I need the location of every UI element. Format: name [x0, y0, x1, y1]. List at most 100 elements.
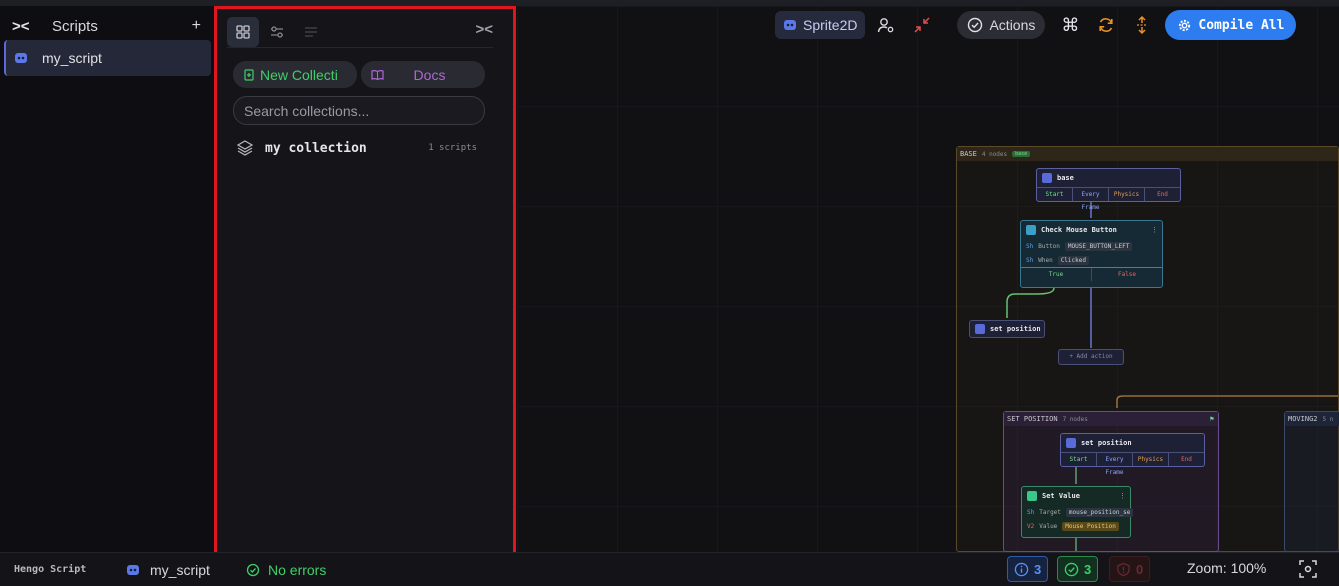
event-physics[interactable]: Physics: [1133, 453, 1169, 466]
group-header: SET POSITION 7 nodes ⚑: [1004, 412, 1218, 426]
node-menu-icon[interactable]: ⋮: [1151, 226, 1162, 234]
event-end[interactable]: End: [1145, 188, 1180, 201]
ok-count: 3: [1084, 561, 1092, 577]
robot-icon: [127, 564, 139, 575]
group-flag-icon[interactable]: ⚑: [1210, 415, 1218, 423]
ok-count-badge[interactable]: 3: [1057, 556, 1099, 582]
fit-view-icon[interactable]: [1298, 559, 1318, 579]
row-label: Target: [1039, 508, 1061, 516]
collections-panel: >< New Collecti Docs my collection 1 scr…: [214, 6, 516, 556]
tab-list[interactable]: [295, 17, 327, 47]
file-plus-icon: [244, 68, 254, 81]
branch-true[interactable]: True: [1021, 268, 1092, 281]
actions-button[interactable]: Actions: [957, 11, 1046, 39]
node-title: Check Mouse Button: [1041, 226, 1117, 234]
add-action-button[interactable]: + Add action: [1058, 349, 1124, 365]
new-collection-button[interactable]: New Collecti: [233, 61, 357, 88]
app-brand: Hengo Script: [14, 564, 87, 575]
command-icon: ⌘: [1061, 14, 1080, 35]
object-type-label: Sprite2D: [803, 17, 858, 33]
event-every-frame[interactable]: Every Frame: [1097, 453, 1133, 476]
user-settings-button[interactable]: [871, 11, 901, 39]
status-script-label: my_script: [150, 561, 210, 578]
group-title: SET POSITION: [1007, 415, 1058, 423]
node-icon: [975, 324, 985, 334]
row-value[interactable]: Mouse Position: [1062, 521, 1119, 531]
node-base[interactable]: base Start Every Frame Physics End: [1036, 168, 1181, 211]
group-node-count: 7 nodes: [1062, 415, 1088, 423]
node-title: set position: [990, 325, 1041, 333]
node-menu-icon[interactable]: ⋮: [1119, 492, 1130, 500]
event-every-frame[interactable]: Every Frame: [1073, 188, 1109, 211]
collapse-panel-icon[interactable]: ><: [475, 21, 493, 38]
check-circle-icon: [1064, 562, 1079, 576]
actions-label: Actions: [989, 17, 1036, 33]
script-item-label: my_script: [42, 50, 102, 66]
gear-icon: [1179, 19, 1191, 31]
event-start[interactable]: Start: [1061, 453, 1097, 466]
docs-button[interactable]: Docs: [361, 61, 485, 88]
minimize-button[interactable]: [907, 11, 937, 39]
event-end[interactable]: End: [1169, 453, 1204, 466]
compile-all-button[interactable]: Compile All: [1165, 10, 1297, 40]
node-row: Sh Target mouse_position_se: [1022, 505, 1134, 519]
node-icon: [1066, 438, 1076, 448]
group-title: BASE: [960, 150, 977, 158]
check-circle-icon: [246, 563, 260, 576]
robot-icon: [15, 53, 27, 63]
row-label: Button: [1038, 242, 1060, 250]
group-title: MOVING2: [1288, 415, 1318, 423]
info-icon: [1014, 562, 1029, 576]
info-count-badge[interactable]: 3: [1007, 556, 1049, 582]
search-collections-input[interactable]: [233, 96, 485, 125]
node-events: Start Every Frame Physics End: [1037, 187, 1180, 211]
node-icon: [1026, 225, 1036, 235]
node-header: Check Mouse Button ⋮: [1021, 221, 1162, 239]
group-node-count: 4 nodes: [981, 150, 1008, 158]
row-value[interactable]: mouse_position_se: [1065, 507, 1134, 517]
row-value[interactable]: MOUSE_BUTTON_LEFT: [1064, 241, 1133, 251]
group-header: BASE 4 nodes base: [957, 147, 1338, 161]
add-script-button[interactable]: +: [192, 17, 201, 35]
refresh-button[interactable]: [1091, 11, 1121, 39]
collection-item[interactable]: my collection 1 scripts: [237, 137, 477, 159]
sliders-icon: [271, 25, 283, 38]
row-value[interactable]: Clicked: [1057, 255, 1089, 265]
branch-false[interactable]: False: [1092, 268, 1162, 281]
row-label: When: [1038, 256, 1053, 264]
tab-properties[interactable]: [261, 17, 293, 47]
grid-icon: [236, 24, 250, 39]
node-check-mouse-button[interactable]: Check Mouse Button ⋮ Sh Button MOUSE_BUTTON…: [1020, 220, 1163, 288]
error-count-badge[interactable]: 0: [1109, 556, 1151, 582]
status-script[interactable]: my_script: [126, 562, 246, 578]
tab-collections[interactable]: [227, 16, 259, 47]
object-type-button[interactable]: Sprite2D: [775, 11, 866, 39]
node-group-moving2[interactable]: MOVING2 5 n: [1284, 411, 1339, 552]
refresh-icon: [1099, 18, 1113, 32]
graph-canvas[interactable]: BASE 4 nodes base base Start Every Frame…: [517, 6, 1339, 552]
node-header: set position: [1061, 434, 1204, 452]
status-errors: No errors: [246, 562, 326, 578]
script-item[interactable]: my_script: [4, 40, 211, 76]
book-icon: [371, 69, 384, 80]
node-set-value[interactable]: Set Value ⋮ Sh Target mouse_position_se V2 V…: [1021, 486, 1134, 538]
robot-icon: [784, 20, 796, 30]
compile-all-label: Compile All: [1198, 17, 1285, 33]
scripts-panel: >< Scripts +: [0, 6, 213, 552]
user-gear-icon: [878, 18, 894, 33]
move-button[interactable]: [1127, 11, 1157, 39]
node-set-position[interactable]: set position Start Every Frame Physics E…: [1060, 433, 1205, 476]
collection-count: 1 scripts: [428, 143, 477, 153]
collapse-icon[interactable]: ><: [12, 18, 40, 35]
command-button[interactable]: ⌘: [1055, 11, 1085, 39]
node-set-position-action[interactable]: set position: [969, 320, 1045, 338]
node-row: Sh When Clicked: [1021, 253, 1162, 267]
add-action-label: + Add action: [1069, 353, 1113, 360]
event-start[interactable]: Start: [1037, 188, 1073, 201]
scripts-title: Scripts: [52, 17, 98, 35]
event-physics[interactable]: Physics: [1109, 188, 1145, 201]
zoom-level[interactable]: Zoom: 100%: [1187, 560, 1266, 576]
node-header: Set Value ⋮: [1022, 487, 1130, 505]
check-circle-icon: [968, 17, 983, 33]
error-count: 0: [1136, 561, 1144, 577]
